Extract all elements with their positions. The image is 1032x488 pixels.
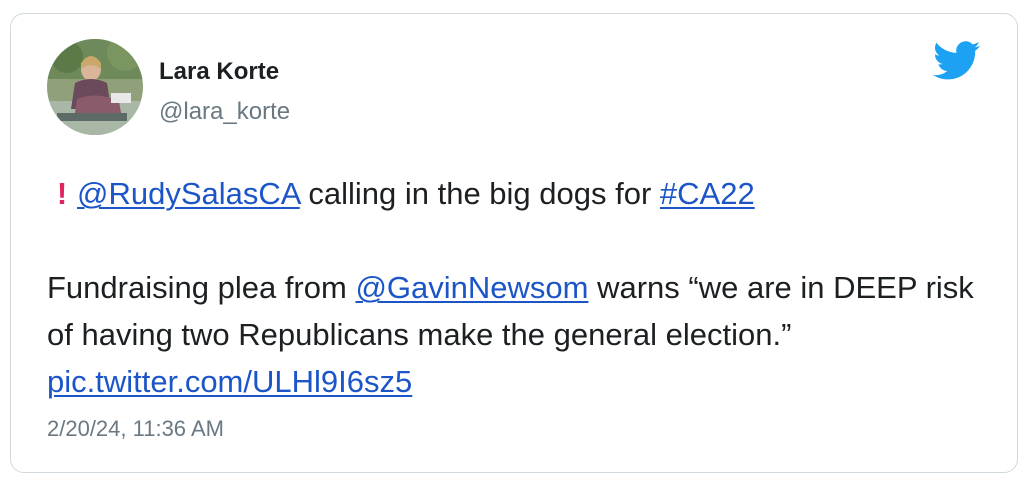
mention-link[interactable]: @RudySalasCA [77,176,300,211]
tweet-line-2: Fundraising plea from @GavinNewsom warns… [47,264,987,405]
tweet-line-1: ! @RudySalasCA calling in the big dogs fo… [47,170,987,217]
avatar[interactable] [47,39,143,135]
twitter-bird-icon[interactable] [933,41,981,81]
author-handle[interactable]: @lara_korte [159,98,290,126]
author-name[interactable]: Lara Korte [159,58,279,86]
media-link[interactable]: pic.twitter.com/ULHl9I6sz5 [47,364,412,399]
hashtag-link[interactable]: #CA22 [660,176,755,211]
red-exclamation-icon: ! [56,176,68,211]
tweet-timestamp[interactable]: 2/20/24, 11:36 AM [47,416,224,442]
tweet-text: ! @RudySalasCA calling in the big dogs fo… [47,170,987,405]
tweet-text-segment: Fundraising plea from [47,270,356,305]
tweet-text-segment: calling in the big dogs for [299,176,660,211]
mention-link[interactable]: @GavinNewsom [355,270,588,305]
avatar-photo-icon [47,39,143,135]
tweet-card[interactable]: Lara Korte @lara_korte ! @RudySalasCA cal… [10,13,1018,473]
